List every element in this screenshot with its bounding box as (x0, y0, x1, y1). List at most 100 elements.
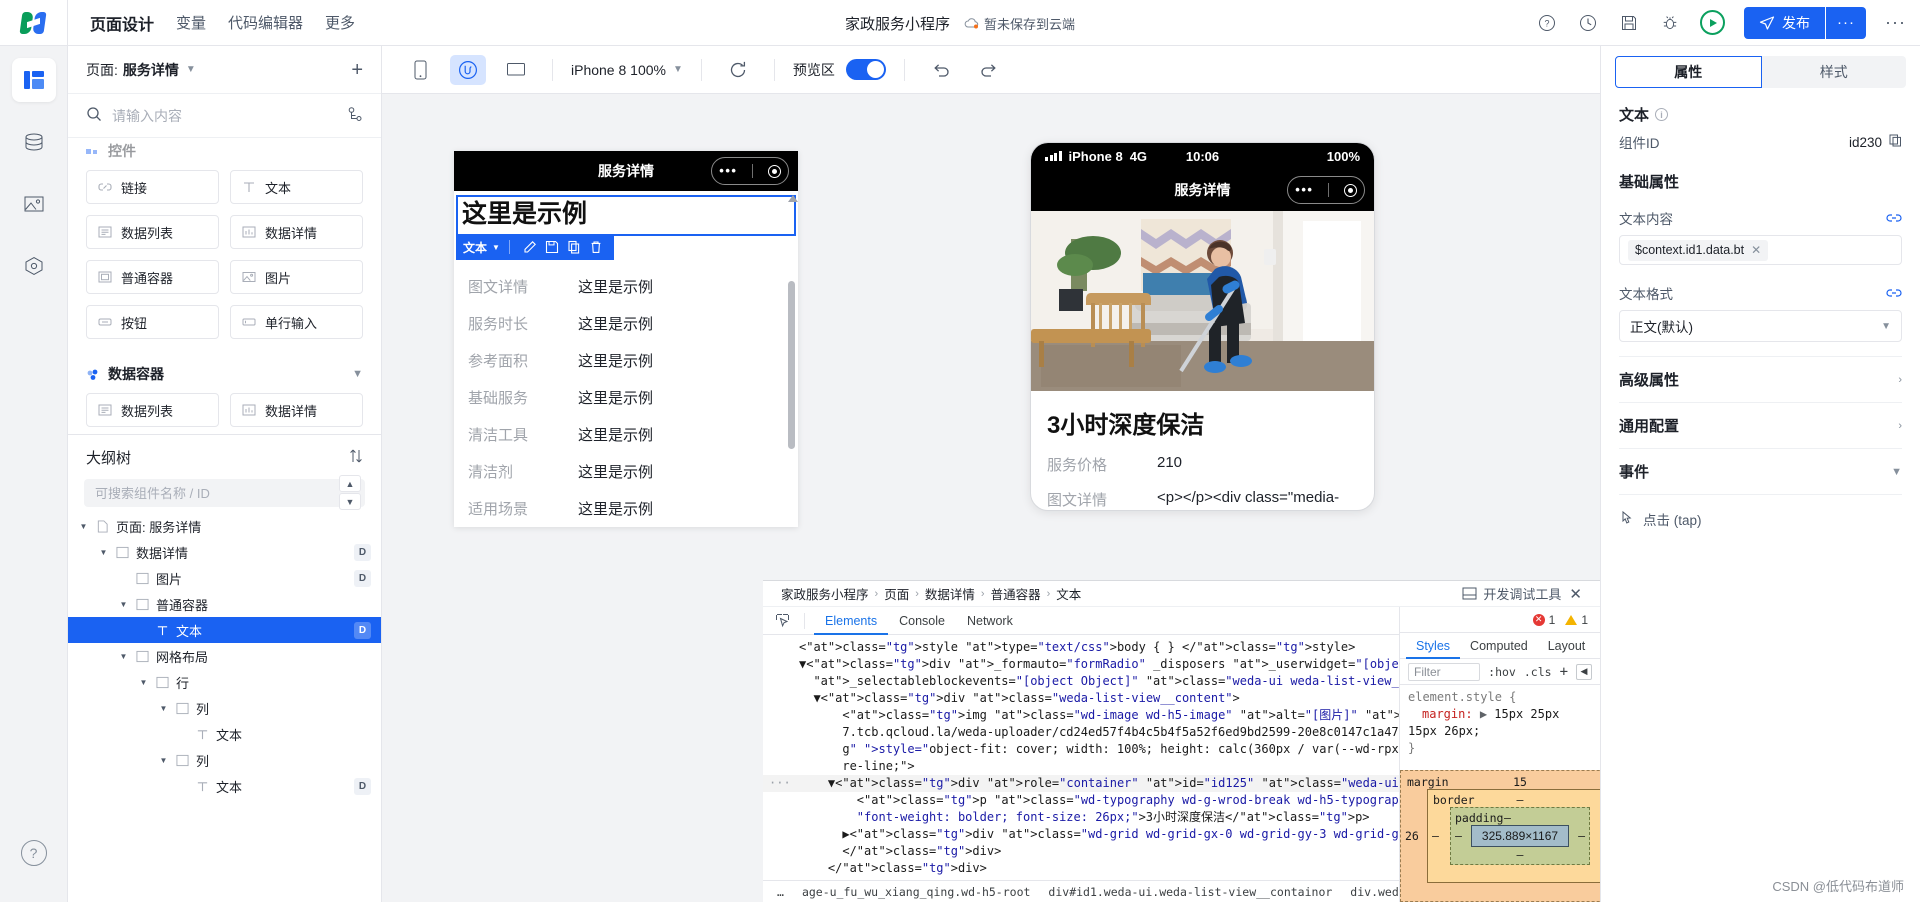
rail-item-settings[interactable] (12, 244, 56, 288)
dom-path-node[interactable]: age-u_fu_wu_xiang_qing.wd-h5-root (798, 884, 1034, 900)
search-input[interactable] (112, 107, 336, 124)
detail-row[interactable]: 服务时长 这里是示例 (468, 305, 784, 342)
box-padding-bottom[interactable]: – (1517, 848, 1524, 862)
close-icon[interactable]: ✕ (1751, 243, 1761, 257)
breadcrumb-item-4[interactable]: 文本 (1056, 584, 1081, 603)
dom-line[interactable]: ▶<"at">class="tg">div "at">class="wd-gri… (763, 826, 1399, 843)
component-toolbar-label[interactable]: 文本 ▼ (463, 239, 500, 256)
outline-node[interactable]: ▼ 列 (68, 747, 381, 773)
dom-path-node[interactable]: div#id1.weda-ui.weda-list-view__containo… (1044, 884, 1336, 900)
twisty-icon[interactable]: ▼ (118, 652, 129, 661)
dom-line[interactable]: <"at">class="tg">style "at">type="text/c… (763, 639, 1399, 656)
sort-icon[interactable] (349, 448, 363, 467)
box-border[interactable]: border – – – padding – – – (1427, 789, 1600, 883)
box-padding[interactable]: padding – – – – 325.889×1167 (1450, 807, 1590, 865)
publish-main[interactable]: 发布 (1744, 6, 1826, 39)
delete-icon[interactable] (585, 236, 607, 258)
detail-row[interactable]: 清洁工具 这里是示例 (468, 416, 784, 453)
rail-item-image[interactable] (12, 182, 56, 226)
component-data-list[interactable]: 数据列表 (86, 215, 219, 249)
style-declaration[interactable]: margin: ▶ 15px 25px 15px 26px; (1408, 706, 1592, 740)
dom-line[interactable]: g" ">style="object-fit: cover; width: 10… (763, 741, 1399, 758)
component-text[interactable]: 文本 (230, 170, 363, 204)
outline-node[interactable]: 图片 D (68, 565, 381, 591)
twisty-icon[interactable]: ▼ (158, 704, 169, 713)
device-select[interactable]: iPhone 8 100% ▼ (571, 62, 683, 78)
detail-row[interactable]: 参考面积 这里是示例 (468, 342, 784, 379)
component-input[interactable]: 单行输入 (230, 305, 363, 339)
redo-icon[interactable] (971, 55, 1007, 85)
menu-item-variables[interactable]: 变量 (176, 12, 206, 33)
copy-icon[interactable] (563, 236, 585, 258)
breadcrumb-item-2[interactable]: 数据详情 (925, 584, 975, 603)
twisty-icon[interactable]: ▼ (78, 522, 89, 531)
copy-icon[interactable] (1889, 134, 1902, 150)
component-data-list-2[interactable]: 数据列表 (86, 393, 219, 427)
common-config-section[interactable]: 通用配置 › (1619, 403, 1902, 449)
publish-more-button[interactable]: ··· (1826, 6, 1867, 39)
component-tree-icon[interactable] (346, 106, 363, 125)
app-logo[interactable] (0, 0, 68, 46)
content-value-box[interactable]: $context.id1.data.bt ✕ (1619, 235, 1902, 265)
desktop-icon[interactable] (498, 55, 534, 85)
styles-filter-input[interactable] (1408, 662, 1481, 681)
chevron-down-icon[interactable]: ▼ (352, 368, 363, 380)
box-padding-left[interactable]: – (1455, 829, 1462, 843)
outline-search-input[interactable] (95, 485, 354, 501)
outline-node[interactable]: ▼ 页面: 服务详情 (68, 513, 381, 539)
help-icon[interactable]: ? (1536, 12, 1558, 34)
inspect-element-icon[interactable] (769, 610, 795, 632)
dom-line[interactable]: re-line;"> (763, 758, 1399, 775)
breadcrumb-item-3[interactable]: 普通容器 (991, 584, 1041, 603)
component-image[interactable]: 图片 (230, 260, 363, 294)
box-margin[interactable]: margin 15 26 25 border – – – (1400, 770, 1600, 902)
component-data-detail[interactable]: 数据详情 (230, 215, 363, 249)
detail-row[interactable]: 清洁剂 这里是示例 (468, 453, 784, 490)
hov-toggle[interactable]: :hov (1488, 665, 1516, 679)
dom-line[interactable]: ▼<"at">class="tg">div "at">_formauto="fo… (763, 656, 1399, 673)
dom-path-node[interactable]: div.weda-list-view__content (1346, 884, 1399, 900)
rail-item-layout[interactable] (11, 58, 56, 102)
run-icon[interactable] (1700, 10, 1726, 35)
advanced-props-section[interactable]: 高级属性 › (1619, 357, 1902, 403)
component-link[interactable]: 链接 (86, 170, 219, 204)
scroll-thumb[interactable] (788, 281, 795, 449)
content-token[interactable]: $context.id1.data.bt ✕ (1628, 239, 1769, 261)
save-icon[interactable] (541, 236, 563, 258)
tab-styles[interactable]: Styles (1406, 633, 1460, 659)
top-more-menu[interactable]: ··· (1885, 12, 1906, 33)
breadcrumb-item-1[interactable]: 页面 (884, 584, 909, 603)
undo-icon[interactable] (923, 55, 959, 85)
dom-line[interactable]: </"at">class="tg">div> (763, 843, 1399, 860)
link-variable-icon[interactable] (1886, 211, 1902, 225)
events-section[interactable]: 事件 ▼ (1619, 449, 1902, 495)
publish-button[interactable]: 发布 ··· (1744, 6, 1867, 39)
breadcrumb-item-0[interactable]: 家政服务小程序 (781, 584, 869, 603)
cls-toggle[interactable]: .cls (1524, 665, 1552, 679)
dom-line[interactable]: ··· ▼<"at">class="tg">div "at">role="con… (763, 775, 1399, 792)
component-data-detail-2[interactable]: 数据详情 (230, 393, 363, 427)
box-padding-right[interactable]: – (1578, 829, 1585, 843)
box-content-size[interactable]: 325.889×1167 (1471, 825, 1569, 847)
scroll-up-arrow-icon[interactable] (788, 195, 798, 202)
group-controls-header[interactable]: 控件 (86, 138, 363, 170)
devtools-title[interactable]: 开发调试工具 (1462, 584, 1561, 603)
dom-line[interactable]: 7.tcb.qcloud.la/weda-uploader/cd24ed57f4… (763, 724, 1399, 741)
history-icon[interactable] (1577, 12, 1599, 34)
page-selector[interactable]: 页面: 服务详情 ▼ + (68, 46, 381, 94)
outline-node[interactable]: ▼ 列 (68, 695, 381, 721)
edit-icon[interactable] (519, 236, 541, 258)
group-data-container-header[interactable]: 数据容器 ▼ (86, 353, 363, 393)
menu-item-page-design[interactable]: 页面设计 (90, 11, 154, 35)
box-border-top[interactable]: – (1517, 793, 1524, 807)
dom-line[interactable]: </"at">class="tg">div> (763, 860, 1399, 877)
dom-tree[interactable]: <"at">class="tg">style "at">type="text/c… (763, 635, 1399, 880)
close-icon[interactable]: ✕ (1569, 585, 1582, 603)
new-style-rule-button[interactable]: + (1560, 664, 1568, 680)
dom-line[interactable]: <"at">class="tg">p "at">class="wd-typogr… (763, 792, 1399, 809)
tab-computed[interactable]: Computed (1460, 633, 1538, 659)
outline-node[interactable]: 文本 D (68, 773, 381, 799)
detail-row[interactable]: 基础服务 这里是示例 (468, 379, 784, 416)
component-container[interactable]: 普通容器 (86, 260, 219, 294)
detail-row[interactable]: 图文详情 这里是示例 (468, 268, 784, 305)
